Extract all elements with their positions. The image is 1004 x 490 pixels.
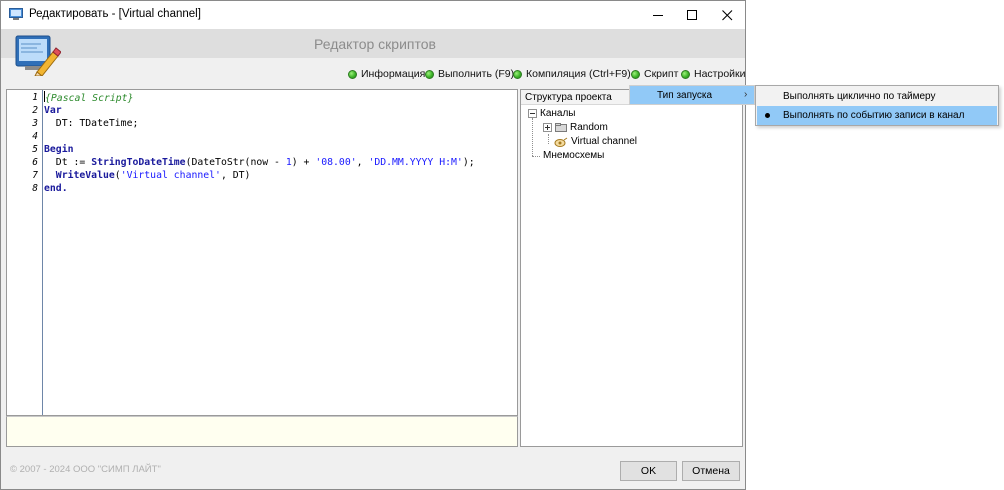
launch-type-menu-item[interactable]: Тип запуска › (629, 85, 755, 105)
ok-button[interactable]: OK (620, 461, 677, 481)
code-line-6: Dt := StringToDateTime(DateToStr(now - 1… (44, 157, 475, 168)
line-number: 2 (32, 105, 38, 116)
minimize-icon (652, 14, 663, 16)
script-editor-logo-icon (15, 35, 61, 76)
tree-node-channels[interactable]: Каналы (528, 108, 576, 119)
compile-button[interactable]: Компиляция (Ctrl+F9) (513, 68, 631, 80)
app-window-icon (9, 8, 23, 20)
tree-connector (532, 156, 540, 157)
green-dot-icon (513, 69, 522, 79)
line-number: 4 (32, 131, 38, 142)
close-button[interactable] (710, 1, 744, 29)
tree-connector (532, 118, 533, 156)
messages-panel (6, 416, 518, 447)
line-number: 7 (32, 170, 38, 181)
script-editor-window: Редактировать - [Virtual channel] Редакт… (0, 0, 746, 490)
green-dot-icon (681, 69, 690, 79)
virtual-channel-icon (554, 137, 568, 147)
run-label: Выполнить (F9) (438, 68, 515, 80)
tree-connector (548, 134, 549, 144)
tree-node-mnemoschemes[interactable]: Мнемосхемы (543, 150, 604, 161)
close-icon (721, 9, 732, 20)
compile-label: Компиляция (Ctrl+F9) (526, 68, 631, 80)
run-button[interactable]: Выполнить (F9) (425, 68, 514, 80)
selected-bullet-icon (765, 113, 770, 118)
code-line-3: DT: TDateTime; (44, 118, 139, 129)
code-line-1: {Pascal Script} (44, 91, 134, 104)
line-number: 3 (32, 118, 38, 129)
line-number: 1 (32, 92, 38, 103)
green-dot-icon (631, 69, 640, 79)
line-number: 8 (32, 183, 38, 194)
expand-icon[interactable] (543, 123, 552, 132)
script-label: Скрипт (644, 68, 679, 80)
line-number-gutter: 1 2 3 4 5 6 7 8 (7, 90, 43, 415)
menu-item-on-write-event[interactable]: Выполнять по событию записи в канал (757, 106, 997, 125)
tree-node-random[interactable]: Random (543, 122, 608, 133)
minimize-button[interactable] (641, 1, 675, 29)
tree-node-virtual-channel[interactable]: Virtual channel (554, 136, 637, 147)
code-editor[interactable]: 1 2 3 4 5 6 7 8 {Pascal Script} Var DT: … (6, 89, 518, 416)
launch-type-submenu: Выполнять циклично по таймеру Выполнять … (755, 85, 999, 126)
copyright-text: © 2007 - 2024 ООО "СИМП ЛАЙТ" (10, 464, 161, 475)
green-dot-icon (348, 69, 357, 79)
script-menu-button[interactable]: Скрипт (631, 68, 678, 80)
project-structure-panel: Структура проекта Каналы Random Virtual … (520, 89, 743, 447)
info-label: Информация (361, 68, 426, 80)
window-title: Редактировать - [Virtual channel] (29, 8, 201, 20)
line-number: 5 (32, 144, 38, 155)
code-line-8: end. (44, 183, 68, 194)
maximize-button[interactable] (675, 1, 709, 29)
chevron-right-icon: › (744, 89, 748, 100)
launch-type-label: Тип запуска (657, 90, 713, 101)
cancel-button[interactable]: Отмена (682, 461, 740, 481)
maximize-icon (686, 9, 697, 20)
header-title: Редактор скриптов (314, 36, 436, 52)
line-number: 6 (32, 157, 38, 168)
info-button[interactable]: Информация (348, 68, 425, 80)
settings-label: Настройки (694, 68, 746, 80)
code-line-5: Begin (44, 144, 74, 155)
code-line-2: Var (44, 105, 62, 116)
collapse-icon[interactable] (528, 109, 537, 118)
green-dot-icon (425, 69, 434, 79)
menu-item-timer[interactable]: Выполнять циклично по таймеру (757, 87, 997, 106)
folder-icon (555, 123, 567, 132)
title-bar[interactable]: Редактировать - [Virtual channel] (1, 1, 745, 29)
settings-button[interactable]: Настройки (681, 68, 746, 80)
code-line-7: WriteValue('Virtual channel', DT) (55, 170, 251, 181)
